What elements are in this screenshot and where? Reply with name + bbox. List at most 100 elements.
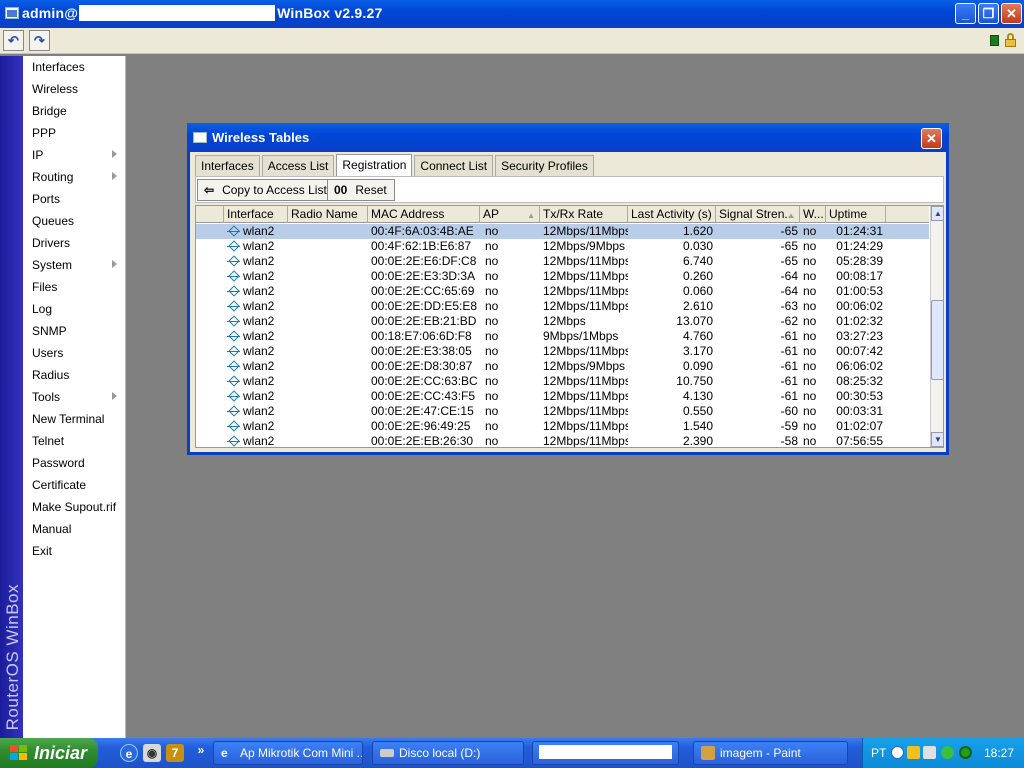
reset-button[interactable]: 00 Reset <box>327 179 395 201</box>
redo-button[interactable]: ↷ <box>29 30 50 51</box>
menu-item-bridge[interactable]: Bridge <box>23 100 125 122</box>
menu-item-system[interactable]: System <box>23 254 125 276</box>
task-paint[interactable]: imagem - Paint <box>693 741 848 765</box>
header-last-activity[interactable]: Last Activity (s) <box>628 206 716 223</box>
vertical-scrollbar[interactable]: ▲ ▼ <box>930 206 943 447</box>
menu-item-ppp[interactable]: PPP <box>23 122 125 144</box>
system-tray: PT 18:27 <box>862 738 1024 768</box>
wireless-tables-window: Wireless Tables ✕ Interfaces Access List R… <box>187 123 949 455</box>
cell-mac-address: 00:0E:2E:96:49:25 <box>371 419 471 433</box>
header-interface[interactable]: Interface <box>224 206 288 223</box>
table-row[interactable]: wlan2 00:0E:2E:CC:63:BC no 12Mbps/11Mbps 10.… <box>196 374 929 389</box>
table-row[interactable]: wlan2 00:0E:2E:D8:30:87 no 12Mbps/9Mbps 0.09… <box>196 359 929 374</box>
menu-item-queues[interactable]: Queues <box>23 210 125 232</box>
tab-registration[interactable]: Registration <box>336 154 413 176</box>
task-redacted[interactable] <box>532 741 679 765</box>
tab-connect-list[interactable]: Connect List <box>414 155 494 176</box>
menu-item-drivers[interactable]: Drivers <box>23 232 125 254</box>
media-player-icon[interactable]: ◉ <box>143 744 161 762</box>
maximize-button[interactable]: ❐ <box>978 3 999 24</box>
header-uptime[interactable]: Uptime <box>826 206 886 223</box>
menu-item-interfaces[interactable]: Interfaces <box>23 56 125 78</box>
cell-interface: wlan2 <box>243 224 275 238</box>
tab-interfaces[interactable]: Interfaces <box>195 155 260 176</box>
table-row[interactable]: wlan2 00:0E:2E:96:49:25 no 12Mbps/11Mbps 1.5… <box>196 419 929 434</box>
menu-item-make-supout-rif[interactable]: Make Supout.rif <box>23 496 125 518</box>
wireless-interface-icon <box>227 256 240 267</box>
quick-launch-more-icon[interactable]: » <box>192 741 210 759</box>
table-row[interactable]: wlan2 00:0E:2E:CC:43:F5 no 12Mbps/11Mbps 4.1… <box>196 389 929 404</box>
menu-item-tools[interactable]: Tools <box>23 386 125 408</box>
back-arrow-icon[interactable] <box>891 746 904 759</box>
menu-item-manual[interactable]: Manual <box>23 518 125 540</box>
internet-explorer-icon[interactable]: e <box>120 744 138 762</box>
scroll-up-icon[interactable]: ▲ <box>931 206 943 221</box>
menu-item-telnet[interactable]: Telnet <box>23 430 125 452</box>
table-row[interactable]: wlan2 00:4F:6A:03:4B:AE no 12Mbps/11Mbps 1.6… <box>196 224 929 239</box>
tab-access-list[interactable]: Access List <box>261 155 335 176</box>
scroll-thumb[interactable] <box>931 300 943 380</box>
header-ap[interactable]: AP ▲ <box>480 206 540 223</box>
cell-signal-strength: -61 <box>780 374 798 388</box>
security-shield-icon[interactable] <box>907 746 920 759</box>
scroll-down-icon[interactable]: ▼ <box>931 432 943 447</box>
menu-item-users[interactable]: Users <box>23 342 125 364</box>
clock: 18:27 <box>984 746 1015 760</box>
table-row[interactable]: wlan2 00:0E:2E:EB:21:BD no 12Mbps 13.070 -62 n… <box>196 314 929 329</box>
menu-item-files[interactable]: Files <box>23 276 125 298</box>
table-header: Interface Radio Name MAC Address AP ▲ Tx/… <box>196 206 929 223</box>
close-button[interactable]: ✕ <box>1001 3 1022 24</box>
header-signal-strength[interactable]: Signal Stren... ▲ <box>716 206 800 223</box>
table-row[interactable]: wlan2 00:0E:2E:E6:DF:C8 no 12Mbps/11Mbps 6.7… <box>196 254 929 269</box>
connection-status-icon <box>990 35 999 46</box>
wireless-tables-close-button[interactable]: ✕ <box>921 128 942 149</box>
copy-to-access-list-button[interactable]: ⇦ Copy to Access List <box>197 179 335 201</box>
cell-mac-address: 00:0E:2E:CC:43:F5 <box>371 389 476 403</box>
table-row[interactable]: wlan2 00:0E:2E:47:CE:15 no 12Mbps/11Mbps 0.5… <box>196 404 929 419</box>
task-disco-local[interactable]: Disco local (D:) <box>372 741 524 765</box>
language-indicator[interactable]: PT <box>871 746 886 760</box>
table-row[interactable]: wlan2 00:0E:2E:DD:E5:E8 no 12Mbps/11Mbps 2.6… <box>196 299 929 314</box>
menu-item-radius[interactable]: Radius <box>23 364 125 386</box>
tab-security-profiles[interactable]: Security Profiles <box>495 155 594 176</box>
menu-item-password[interactable]: Password <box>23 452 125 474</box>
menu-item-routing[interactable]: Routing <box>23 166 125 188</box>
menu-item-exit[interactable]: Exit <box>23 540 125 562</box>
table-row[interactable]: wlan2 00:18:E7:06:6D:F8 no 9Mbps/1Mbps 4.760… <box>196 329 929 344</box>
header-tx-rx-rate[interactable]: Tx/Rx Rate <box>540 206 628 223</box>
table-row[interactable]: wlan2 00:0E:2E:E3:38:05 no 12Mbps/11Mbps 3.1… <box>196 344 929 359</box>
menu-item-snmp[interactable]: SNMP <box>23 320 125 342</box>
menu-item-wireless[interactable]: Wireless <box>23 78 125 100</box>
wireless-tables-title-bar[interactable]: Wireless Tables ✕ <box>187 123 949 152</box>
menu-item-log[interactable]: Log <box>23 298 125 320</box>
undo-button[interactable]: ↶ <box>3 30 24 51</box>
7zip-icon[interactable]: 7 <box>166 744 184 762</box>
cell-last-activity: 0.060 <box>682 284 713 298</box>
network-icon[interactable] <box>923 746 936 759</box>
cell-ap: no <box>485 284 499 298</box>
cell-uptime: 01:02:07 <box>836 419 883 433</box>
menu-item-ip[interactable]: IP <box>23 144 125 166</box>
table-row[interactable]: wlan2 00:0E:2E:CC:65:69 no 12Mbps/11Mbps 0.0… <box>196 284 929 299</box>
cell-wds: no <box>803 359 817 373</box>
menu-item-ports[interactable]: Ports <box>23 188 125 210</box>
minimize-button[interactable]: _ <box>955 3 976 24</box>
table-row[interactable]: wlan2 00:4F:62:1B:E6:87 no 12Mbps/9Mbps 0.03… <box>196 239 929 254</box>
sort-arrow-icon: ▲ <box>787 211 795 220</box>
antivirus-icon[interactable] <box>941 746 954 759</box>
header-mac-address[interactable]: MAC Address <box>368 206 480 223</box>
menu-item-new-terminal[interactable]: New Terminal <box>23 408 125 430</box>
window-title-bar[interactable]: admin@ WinBox v2.9.27 _ ❐ ✕ <box>0 0 1024 28</box>
task-ap-mikrotik[interactable]: e Ap Mikrotik Com Mini ... <box>213 741 363 765</box>
table-row[interactable]: wlan2 00:0E:2E:EB:26:30 no 12Mbps/11Mbps 2.3… <box>196 434 929 447</box>
menu-item-certificate[interactable]: Certificate <box>23 474 125 496</box>
wireless-interface-icon <box>227 271 240 282</box>
taskbar: Iniciar e ◉ 7 » e Ap Mikrotik Com Mini ..… <box>0 738 1024 768</box>
start-button[interactable]: Iniciar <box>0 738 98 768</box>
table-row[interactable]: wlan2 00:0E:2E:E3:3D:3A no 12Mbps/11Mbps 0.2… <box>196 269 929 284</box>
cell-mac-address: 00:0E:2E:E6:DF:C8 <box>371 254 477 268</box>
messenger-icon[interactable] <box>959 746 972 759</box>
cell-last-activity: 3.170 <box>682 344 713 358</box>
header-wds[interactable]: W... <box>800 206 826 223</box>
header-radio-name[interactable]: Radio Name <box>288 206 368 223</box>
